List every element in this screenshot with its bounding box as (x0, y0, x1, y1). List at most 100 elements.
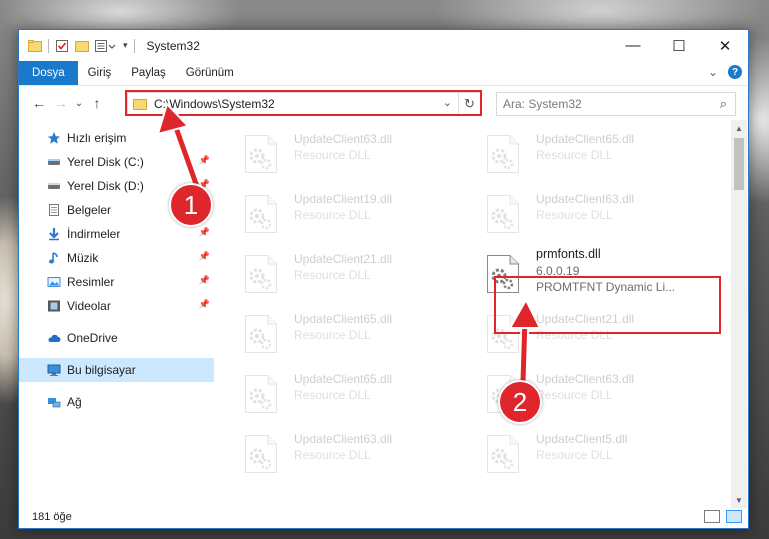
ribbon-right-controls: ⌄ ? (708, 65, 742, 79)
ribbon-tabs: Dosya Giriş Paylaş Görünüm ⌄ ? (19, 61, 748, 85)
music-icon (49, 252, 58, 264)
sidebar-item-label: Videolar (67, 299, 111, 313)
search-icon[interactable]: ⌕ (720, 96, 727, 112)
file-description: Resource DLL (294, 328, 371, 342)
sidebar-item-music[interactable]: Müzik 📌 (19, 246, 214, 270)
folder-icon[interactable] (28, 39, 42, 52)
file-description: Resource DLL (294, 148, 371, 162)
file-description: PROMTFNT Dynamic Li... (536, 280, 676, 294)
sidebar-item-label: Yerel Disk (C:) (67, 155, 144, 169)
file-name: UpdateClient19.dll (294, 192, 393, 206)
toolbar-dropdown-icon[interactable]: ▾ (123, 40, 128, 51)
sidebar-item-this-pc[interactable]: Bu bilgisayar (19, 358, 214, 382)
file-item[interactable]: UpdateClient21.dll Resource DLL (476, 302, 711, 358)
search-input[interactable]: Ara: System32 ⌕ (496, 92, 736, 116)
videos-icon (48, 300, 60, 312)
file-version: 6.0.0.19 (536, 264, 580, 278)
refresh-button[interactable]: ↻ (458, 93, 480, 115)
pin-icon[interactable]: 📌 (199, 251, 210, 262)
back-button[interactable]: ← (28, 95, 50, 111)
tab-file[interactable]: Dosya (19, 61, 78, 85)
vertical-scrollbar[interactable]: ▲ ▼ (731, 120, 747, 508)
toolbar-separator (133, 38, 135, 53)
file-description: Resource DLL (536, 328, 613, 342)
star-icon (48, 132, 60, 144)
sidebar-item-quick-access[interactable]: Hızlı erişim (19, 126, 214, 150)
file-description: Resource DLL (536, 208, 613, 222)
details-view-icon[interactable] (704, 510, 720, 523)
file-item[interactable]: UpdateClient65.dll Resource DLL (234, 362, 469, 418)
sidebar-item-network[interactable]: Ağ (19, 390, 214, 414)
close-button[interactable]: ✕ (702, 30, 748, 61)
tiles-view-icon[interactable] (726, 510, 742, 523)
file-name: UpdateClient5.dll (536, 432, 628, 446)
file-name: UpdateClient65.dll (294, 312, 393, 326)
pin-icon[interactable]: 📌 (199, 299, 210, 310)
title-bar: ▾ System32 — ☐ ✕ (19, 30, 748, 61)
sidebar-item-drive-c[interactable]: Yerel Disk (C:) 📌 (19, 150, 214, 174)
file-name: UpdateClient21.dll (294, 252, 393, 266)
navigation-bar: ← → ⌄ ↑ C:\Windows\System32 ⌄ ↻ Ara: Sys… (19, 85, 748, 120)
window-title: System32 (146, 38, 200, 53)
tab-home[interactable]: Giriş (78, 61, 122, 85)
view-switcher (704, 510, 742, 523)
dll-file-icon (245, 255, 277, 293)
new-folder-icon[interactable] (75, 40, 89, 52)
scroll-up-icon[interactable]: ▲ (731, 120, 747, 136)
sidebar-item-pictures[interactable]: Resimler 📌 (19, 270, 214, 294)
sidebar-item-label: Belgeler (67, 203, 112, 217)
dll-file-icon (487, 435, 519, 473)
address-path[interactable]: C:\Windows\System32 (154, 97, 275, 111)
forward-button[interactable]: → (50, 95, 72, 111)
sidebar-item-label: Ağ (67, 395, 82, 409)
pin-icon[interactable]: 📌 (199, 155, 210, 166)
file-item[interactable]: UpdateClient63.dll Resource DLL (234, 422, 469, 478)
file-item[interactable]: UpdateClient65.dll Resource DLL (476, 122, 711, 178)
item-count: 181 öğe (32, 511, 72, 523)
tab-view[interactable]: Görünüm (176, 61, 244, 85)
file-item-selected[interactable]: prmfonts.dll 6.0.0.19 PROMTFNT Dynamic Li.… (476, 242, 711, 298)
customize-toolbar-icon[interactable] (95, 39, 117, 52)
sidebar-item-label: İndirmeler (67, 227, 121, 241)
file-name: UpdateClient65.dll (294, 372, 393, 386)
scrollbar-thumb[interactable] (734, 138, 744, 190)
dll-file-icon (487, 255, 519, 293)
dll-file-icon (487, 135, 519, 173)
help-icon[interactable]: ? (728, 65, 742, 79)
file-item[interactable]: UpdateClient65.dll Resource DLL (234, 302, 469, 358)
file-item[interactable]: UpdateClient63.dll Resource DLL (234, 122, 469, 178)
file-item[interactable]: UpdateClient5.dll Resource DLL (476, 422, 711, 478)
file-item[interactable]: UpdateClient19.dll Resource DLL (234, 182, 469, 238)
ribbon-expand-icon[interactable]: ⌄ (708, 65, 718, 79)
address-dropdown-icon[interactable]: ⌄ (443, 96, 452, 109)
pin-icon[interactable]: 📌 (199, 275, 210, 286)
file-item[interactable]: UpdateClient21.dll Resource DLL (234, 242, 469, 298)
file-explorer-window: ▾ System32 — ☐ ✕ Dosya Giriş Paylaş Görü… (18, 29, 749, 529)
sidebar-item-label: Bu bilgisayar (67, 363, 136, 377)
status-bar: 181 öğe (19, 506, 748, 528)
up-button[interactable]: ↑ (86, 95, 108, 111)
sidebar-item-onedrive[interactable]: OneDrive (19, 326, 214, 350)
dll-file-icon (245, 315, 277, 353)
file-item[interactable]: UpdateClient63.dll Resource DLL (476, 182, 711, 238)
maximize-button[interactable]: ☐ (656, 30, 702, 61)
pictures-icon (47, 277, 61, 287)
file-list: UpdateClient63.dll Resource DLL UpdateClie… (224, 122, 734, 505)
address-bar[interactable]: C:\Windows\System32 ⌄ ↻ (127, 92, 481, 116)
sidebar-item-videos[interactable]: Videolar 📌 (19, 294, 214, 318)
folder-icon (133, 98, 147, 110)
pin-icon[interactable]: 📌 (199, 227, 210, 238)
network-icon (48, 398, 61, 408)
file-description: Resource DLL (294, 268, 371, 282)
tab-share[interactable]: Paylaş (121, 61, 176, 85)
drive-icon (48, 183, 60, 189)
minimize-button[interactable]: — (610, 30, 656, 61)
properties-icon[interactable] (55, 39, 69, 53)
search-placeholder: Ara: System32 (503, 97, 582, 111)
dll-file-icon (245, 375, 277, 413)
dll-file-icon (245, 435, 277, 473)
file-description: Resource DLL (536, 448, 613, 462)
drive-icon (48, 159, 60, 165)
recent-locations-button[interactable]: ⌄ (72, 98, 86, 109)
sidebar-item-label: Müzik (67, 251, 99, 265)
